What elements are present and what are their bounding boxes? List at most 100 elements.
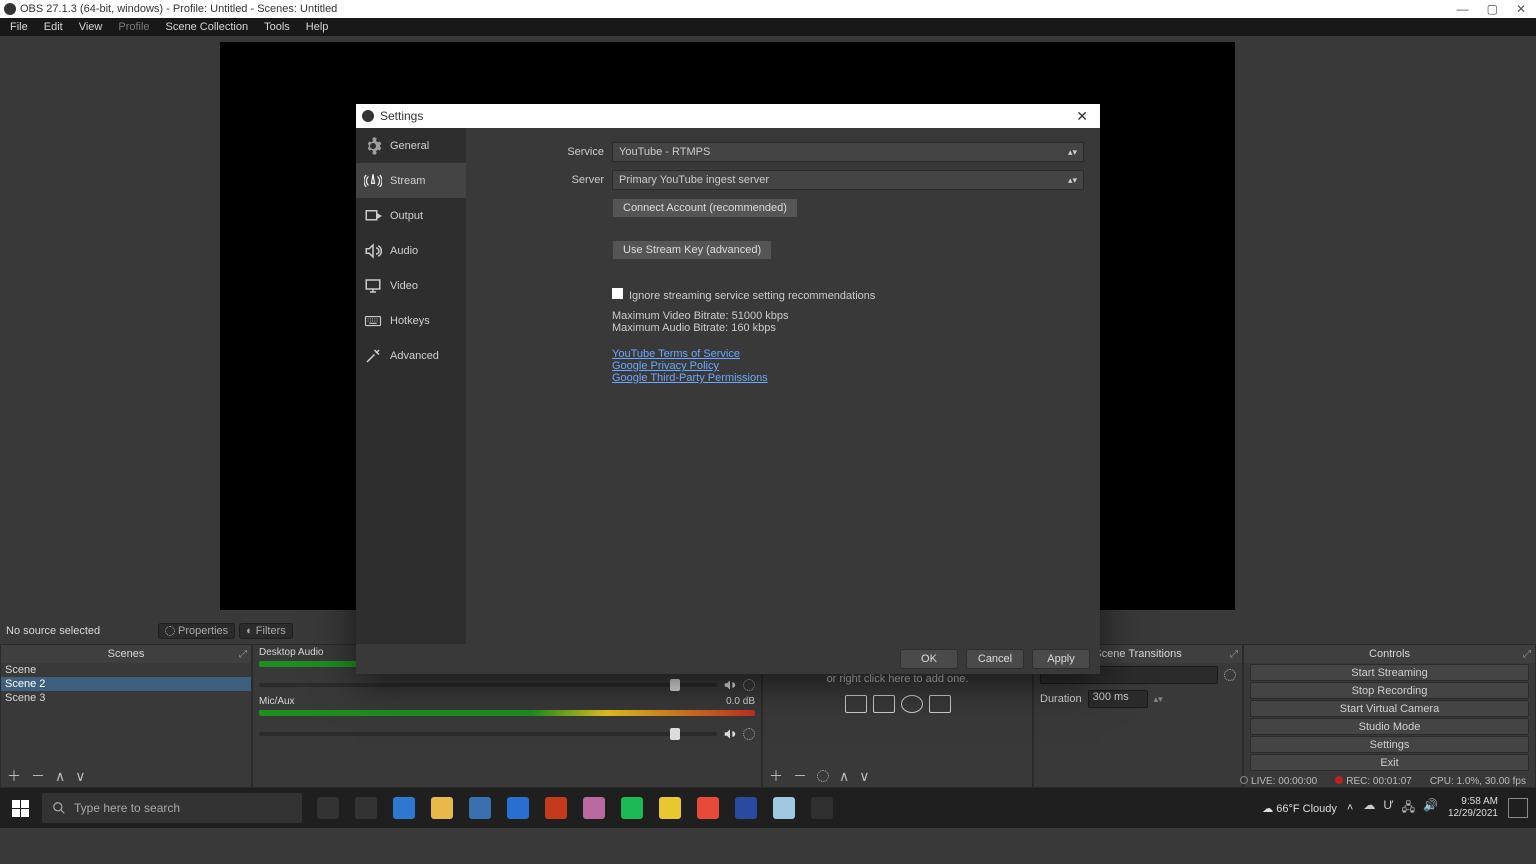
menu-view[interactable]: View — [71, 21, 111, 33]
menu-profile[interactable]: Profile — [110, 21, 157, 33]
menu-scene-collection[interactable]: Scene Collection — [158, 21, 257, 33]
google-thirdparty-link[interactable]: Google Third-Party Permissions — [612, 372, 768, 384]
status-bar: LIVE: 00:00:00 REC: 00:01:07 CPU: 1.0%, … — [0, 774, 1536, 788]
volume-slider[interactable] — [259, 732, 717, 736]
gear-icon — [165, 626, 175, 636]
use-stream-key-button[interactable]: Use Stream Key (advanced) — [612, 240, 772, 260]
obs-icon — [811, 797, 833, 819]
google-privacy-link[interactable]: Google Privacy Policy — [612, 360, 719, 372]
taskbar-app-mail[interactable] — [500, 788, 536, 828]
ignore-recommendations-checkbox[interactable] — [612, 288, 623, 299]
start-button[interactable] — [0, 788, 40, 828]
live-status: LIVE: 00:00:00 — [1251, 776, 1317, 787]
menu-file[interactable]: File — [2, 21, 36, 33]
popout-icon[interactable]: ⤢ — [1523, 649, 1531, 660]
maximize-button[interactable]: ▢ — [1487, 2, 1498, 16]
server-label: Server — [482, 174, 612, 186]
settings-nav: General Stream Output Audio Video Hotkey… — [356, 128, 466, 644]
menu-help[interactable]: Help — [298, 21, 337, 33]
start-streaming-button[interactable]: Start Streaming — [1250, 664, 1529, 681]
taskbar-app-task-view[interactable] — [348, 788, 384, 828]
action-center-button[interactable] — [1508, 798, 1528, 818]
stepper-icon[interactable]: ▴▾ — [1154, 694, 1163, 705]
keyboard-icon — [364, 312, 382, 330]
search-icon — [52, 801, 66, 815]
network-icon[interactable]: 🖧 — [1402, 798, 1415, 819]
stop-recording-button[interactable]: Stop Recording — [1250, 682, 1529, 699]
scene-item[interactable]: Scene — [1, 663, 251, 677]
taskbar-search[interactable]: Type here to search — [42, 793, 302, 823]
duration-value: 300 ms — [1093, 691, 1129, 703]
taskbar-app-chrome[interactable] — [690, 788, 726, 828]
scene-item[interactable]: Scene 3 — [1, 691, 251, 705]
server-select[interactable]: Primary YouTube ingest server▴▾ — [612, 170, 1084, 190]
properties-button[interactable]: Properties — [158, 623, 235, 639]
start-virtual-camera-button[interactable]: Start Virtual Camera — [1250, 700, 1529, 717]
gear-icon — [364, 137, 382, 155]
menu-bar: File Edit View Profile Scene Collection … — [0, 18, 1536, 36]
nav-audio[interactable]: Audio — [356, 233, 466, 268]
usb-icon[interactable]: Ư — [1383, 798, 1393, 819]
camera-source-icon — [929, 695, 951, 713]
nav-output[interactable]: Output — [356, 198, 466, 233]
ez-icon — [735, 797, 757, 819]
dialog-close-button[interactable]: ✕ — [1070, 108, 1094, 125]
weather-text: 66°F Cloudy — [1276, 803, 1337, 815]
taskbar-app-photo-app[interactable] — [576, 788, 612, 828]
gear-icon[interactable] — [743, 679, 755, 691]
duration-input[interactable]: 300 ms — [1088, 690, 1148, 708]
volume-icon[interactable]: 🔊 — [1423, 798, 1438, 819]
nav-stream[interactable]: Stream — [356, 163, 466, 198]
speaker-icon[interactable] — [723, 727, 737, 741]
channel-name: Desktop Audio — [259, 647, 324, 658]
ok-button[interactable]: OK — [900, 649, 958, 669]
service-select[interactable]: YouTube - RTMPS▴▾ — [612, 142, 1084, 162]
taskbar-app-office[interactable] — [538, 788, 574, 828]
gear-icon[interactable] — [743, 728, 755, 740]
channel-level: 0.0 dB — [726, 696, 755, 707]
mail-icon — [507, 797, 529, 819]
settings-button[interactable]: Settings — [1250, 736, 1529, 753]
nav-general[interactable]: General — [356, 128, 466, 163]
studio-mode-button[interactable]: Studio Mode — [1250, 718, 1529, 735]
connect-account-button[interactable]: Connect Account (recommended) — [612, 198, 798, 218]
taskbar-app-notepad[interactable] — [766, 788, 802, 828]
tray-chevron-icon[interactable]: ˄ — [1347, 802, 1353, 814]
dialog-titlebar: Settings ✕ — [356, 104, 1100, 128]
nav-video[interactable]: Video — [356, 268, 466, 303]
minimize-button[interactable]: — — [1457, 2, 1469, 16]
youtube-tos-link[interactable]: YouTube Terms of Service — [612, 348, 740, 360]
taskbar-app-ez[interactable] — [728, 788, 764, 828]
popout-icon[interactable]: ⤢ — [239, 649, 247, 660]
nav-label: Video — [390, 280, 418, 292]
cancel-button[interactable]: Cancel — [966, 649, 1024, 669]
scenes-list[interactable]: Scene Scene 2 Scene 3 — [1, 663, 251, 765]
taskbar-app-microsoft-store[interactable] — [462, 788, 498, 828]
taskbar-app-spotify[interactable] — [614, 788, 650, 828]
filters-button[interactable]: ◐Filters — [239, 623, 293, 639]
menu-edit[interactable]: Edit — [36, 21, 71, 33]
menu-tools[interactable]: Tools — [256, 21, 298, 33]
apply-button[interactable]: Apply — [1032, 649, 1090, 669]
taskbar-app-sticky-notes[interactable] — [652, 788, 688, 828]
file-explorer-icon — [431, 797, 453, 819]
exit-button[interactable]: Exit — [1250, 754, 1529, 771]
speaker-icon[interactable] — [723, 678, 737, 692]
transition-settings-button[interactable] — [1224, 669, 1236, 681]
volume-slider[interactable] — [259, 683, 717, 687]
close-button[interactable]: ✕ — [1516, 2, 1526, 16]
taskbar-app-obs[interactable] — [804, 788, 840, 828]
taskbar-app-file-explorer[interactable] — [424, 788, 460, 828]
nav-advanced[interactable]: Advanced — [356, 338, 466, 373]
popout-icon[interactable]: ⤢ — [1230, 649, 1238, 660]
clock-time: 9:58 AM — [1448, 796, 1498, 808]
nav-hotkeys[interactable]: Hotkeys — [356, 303, 466, 338]
taskbar-app-edge[interactable] — [386, 788, 422, 828]
onedrive-icon[interactable]: ☁ — [1363, 798, 1375, 819]
nav-label: Advanced — [390, 350, 439, 362]
taskbar-app-cortana[interactable] — [310, 788, 346, 828]
scenes-panel: Scenes⤢ Scene Scene 2 Scene 3 ＋ － ∧ ∨ — [0, 644, 252, 788]
scene-item[interactable]: Scene 2 — [1, 677, 251, 691]
weather-widget[interactable]: ☁ 66°F Cloudy — [1262, 802, 1337, 815]
taskbar-clock[interactable]: 9:58 AM 12/29/2021 — [1448, 796, 1498, 820]
